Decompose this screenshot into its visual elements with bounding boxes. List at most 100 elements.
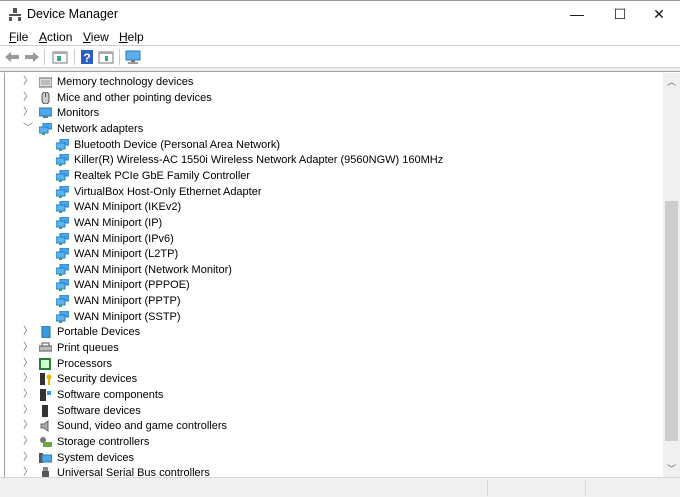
processor-icon <box>39 357 51 370</box>
chevron-right-icon[interactable]: 〉 <box>23 387 33 403</box>
toolbar-separator <box>74 49 75 65</box>
network-adapter-icon <box>56 201 69 214</box>
tree-device[interactable]: WAN Miniport (IKEv2) <box>5 199 655 215</box>
close-button[interactable]: ✕ <box>636 1 680 29</box>
chevron-right-icon[interactable]: 〉 <box>23 450 33 466</box>
tree-category[interactable]: 〉 Universal Serial Bus controllers <box>5 465 655 477</box>
help-icon[interactable]: ? <box>79 49 95 65</box>
scrollbar-thumb[interactable] <box>665 201 678 441</box>
back-arrow-icon[interactable] <box>4 49 20 65</box>
tree-category[interactable]: ﹀ Network adapters <box>5 121 655 137</box>
tree-item-label: WAN Miniport (IP) <box>74 216 163 229</box>
tree-category[interactable]: 〉 Processors <box>5 356 655 372</box>
chevron-right-icon[interactable]: 〉 <box>23 324 33 340</box>
minimize-button[interactable]: — <box>554 1 600 29</box>
network-adapter-icon <box>56 232 69 245</box>
tree-device[interactable]: Killer(R) Wireless-AC 1550i Wireless Net… <box>5 152 655 168</box>
chevron-right-icon[interactable]: 〉 <box>23 356 33 372</box>
scroll-down-icon[interactable]: ﹀ <box>663 462 680 475</box>
monitor-icon <box>39 107 52 119</box>
menu-file[interactable]: File <box>9 30 28 44</box>
show-action-pane-icon[interactable] <box>98 49 114 65</box>
usb-icon <box>42 467 49 477</box>
status-pane-divider <box>487 480 488 496</box>
forward-arrow-icon[interactable] <box>24 49 40 65</box>
tree-item-label: WAN Miniport (IPv6) <box>74 232 174 245</box>
network-adapter-icon <box>56 216 69 229</box>
window-title: Device Manager <box>27 7 119 21</box>
chevron-right-icon[interactable]: 〉 <box>23 418 33 434</box>
scroll-up-icon[interactable]: ︿ <box>663 75 680 88</box>
title-bar: Device Manager — ☐ ✕ <box>0 0 680 28</box>
chevron-right-icon[interactable]: 〉 <box>23 105 33 121</box>
scan-hardware-icon[interactable] <box>125 49 141 65</box>
tree-category[interactable]: 〉 Security devices <box>5 371 655 387</box>
menu-file-label: ile <box>16 30 29 44</box>
menu-action[interactable]: Action <box>39 30 72 44</box>
tree-item-label: WAN Miniport (Network Monitor) <box>74 263 232 276</box>
tree-category[interactable]: 〉 Portable Devices <box>5 324 655 340</box>
tree-item-label: Security devices <box>57 373 138 386</box>
network-adapter-icon <box>56 279 69 292</box>
chevron-right-icon[interactable]: 〉 <box>23 465 33 477</box>
tree-device[interactable]: Realtek PCIe GbE Family Controller <box>5 168 655 184</box>
tree-item-label: WAN Miniport (IKEv2) <box>74 201 182 214</box>
tree-device[interactable]: WAN Miniport (IP) <box>5 215 655 231</box>
tree-category[interactable]: 〉 Software components <box>5 387 655 403</box>
vertical-scrollbar[interactable]: ︿ ﹀ <box>663 73 680 477</box>
tree-device[interactable]: WAN Miniport (PPPOE) <box>5 277 655 293</box>
tree-category[interactable]: 〉 Monitors <box>5 105 655 121</box>
network-adapter-icon <box>56 295 69 308</box>
tree-device[interactable]: WAN Miniport (Network Monitor) <box>5 262 655 278</box>
show-hide-console-tree-icon[interactable] <box>52 49 68 65</box>
tree-category[interactable]: 〉 Memory technology devices <box>5 74 655 90</box>
menu-view[interactable]: View <box>83 30 109 44</box>
menu-help-key: H <box>119 30 128 44</box>
network-adapter-icon <box>56 310 69 323</box>
portable-device-icon <box>41 326 51 339</box>
menu-help[interactable]: Help <box>119 30 144 44</box>
network-adapter-icon <box>56 248 69 261</box>
tree-item-label: Realtek PCIe GbE Family Controller <box>74 169 251 182</box>
network-adapter-icon <box>56 169 69 182</box>
device-manager-icon <box>9 8 21 21</box>
software-device-icon <box>42 404 48 417</box>
chevron-right-icon[interactable]: 〉 <box>23 403 33 419</box>
tree-device[interactable]: Bluetooth Device (Personal Area Network) <box>5 137 655 153</box>
tree-device[interactable]: VirtualBox Host-Only Ethernet Adapter <box>5 184 655 200</box>
tree-category[interactable]: 〉 System devices <box>5 450 655 466</box>
mouse-icon <box>41 91 50 104</box>
chevron-right-icon[interactable]: 〉 <box>23 434 33 450</box>
tree-device[interactable]: WAN Miniport (L2TP) <box>5 246 655 262</box>
tree-category[interactable]: 〉 Storage controllers <box>5 434 655 450</box>
tree-item-label: Sound, video and game controllers <box>57 420 227 433</box>
tree-device[interactable]: WAN Miniport (IPv6) <box>5 231 655 247</box>
speaker-icon <box>40 420 49 433</box>
tree-item-label: Killer(R) Wireless-AC 1550i Wireless Net… <box>74 154 444 167</box>
tree-item-label: Software devices <box>57 404 141 417</box>
svg-text:?: ? <box>83 51 90 65</box>
tree-category[interactable]: 〉 Software devices <box>5 403 655 419</box>
network-adapter-icon <box>56 263 69 276</box>
tree-item-label: WAN Miniport (PPPOE) <box>74 279 190 292</box>
menu-bar: File Action View Help <box>0 28 680 46</box>
tree-item-label: System devices <box>57 451 135 464</box>
tree-category[interactable]: 〉 Mice and other pointing devices <box>5 90 655 106</box>
chevron-right-icon[interactable]: 〉 <box>23 371 33 387</box>
tree-item-label: Monitors <box>57 107 100 120</box>
chevron-down-icon[interactable]: ﹀ <box>23 121 33 137</box>
tree-item-label: Mice and other pointing devices <box>57 91 212 104</box>
system-icon <box>39 452 52 463</box>
tree-category[interactable]: 〉 Sound, video and game controllers <box>5 418 655 434</box>
tree-device[interactable]: WAN Miniport (SSTP) <box>5 309 655 325</box>
tree-device[interactable]: WAN Miniport (PPTP) <box>5 293 655 309</box>
toolbar-gap <box>0 68 680 72</box>
menu-view-key: V <box>83 30 91 44</box>
chevron-right-icon[interactable]: 〉 <box>23 74 33 90</box>
chevron-right-icon[interactable]: 〉 <box>23 90 33 106</box>
chevron-right-icon[interactable]: 〉 <box>23 340 33 356</box>
status-pane-divider <box>585 480 586 496</box>
tree-item-label: Software components <box>57 389 164 401</box>
tree-category[interactable]: 〉 Print queues <box>5 340 655 356</box>
toolbar-separator <box>44 49 45 65</box>
